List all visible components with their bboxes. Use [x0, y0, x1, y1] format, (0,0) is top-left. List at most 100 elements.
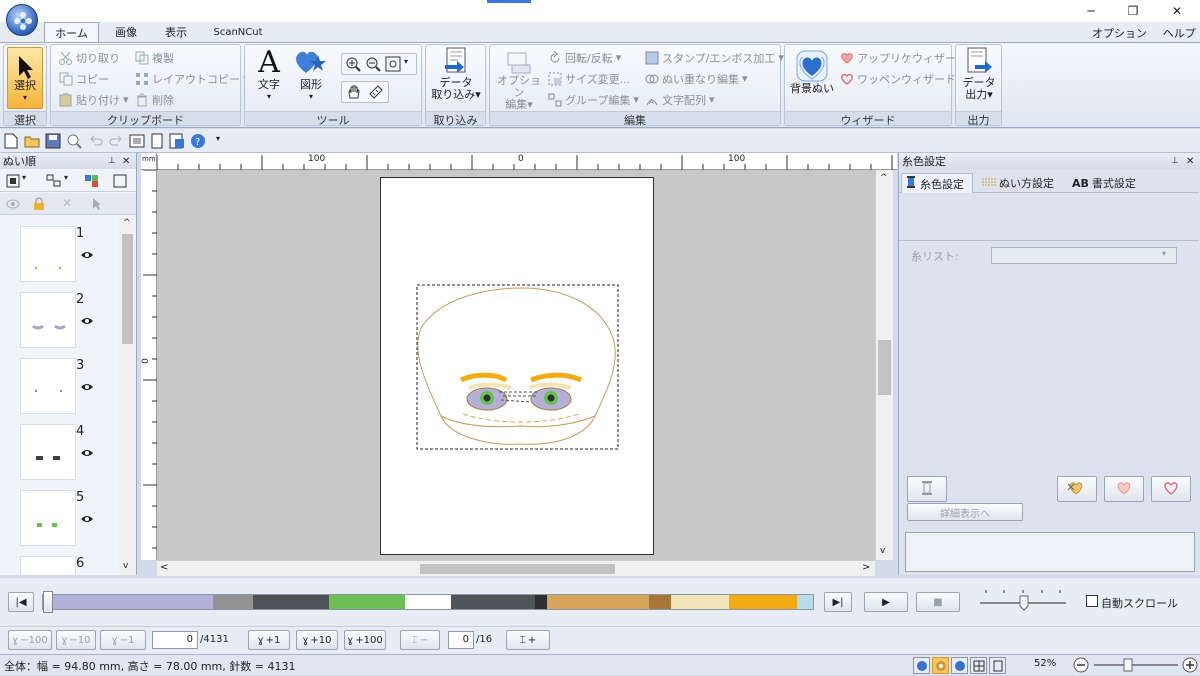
duplicate-button[interactable]: 複製: [135, 49, 174, 66]
play-button[interactable]: ▶: [864, 592, 908, 612]
eye-icon[interactable]: [80, 513, 94, 522]
select-frame-icon[interactable]: [6, 174, 22, 191]
color-plus-button[interactable]: ⌶ +: [506, 630, 550, 650]
details-button[interactable]: 詳細表示へ: [907, 503, 1023, 521]
cut-applique-button[interactable]: [1057, 476, 1097, 502]
embroidery-design[interactable]: [381, 178, 655, 556]
zoom-dropdown-icon[interactable]: ▾: [404, 57, 408, 66]
stitch-view-icon[interactable]: [913, 657, 930, 674]
zoom-in-button[interactable]: [1182, 657, 1198, 676]
stop-button[interactable]: ■: [916, 592, 960, 612]
customize-qat-icon[interactable]: ▾: [216, 134, 220, 143]
rotate-flip-button[interactable]: 回転/反転 ▾: [548, 49, 621, 66]
overlap-edit-button[interactable]: ぬい重なり編集 ▾: [645, 70, 748, 87]
tab-view[interactable]: 表示: [152, 22, 200, 42]
text-tool-button[interactable]: A 文字 ▾: [249, 47, 289, 109]
progress-slider-handle[interactable]: [43, 591, 53, 613]
group-dropdown-icon[interactable]: ▾: [64, 173, 68, 182]
pin-icon[interactable]: ⊥: [108, 156, 116, 166]
heart-outline-button[interactable]: [1151, 476, 1191, 502]
properties-icon[interactable]: [169, 133, 185, 152]
applique-wizard-button[interactable]: アップリケウィザード: [840, 49, 967, 66]
group-order-icon[interactable]: [46, 174, 62, 191]
panel-close-icon[interactable]: ✕: [1186, 156, 1194, 167]
eye-icon[interactable]: [80, 315, 94, 324]
data-output-button[interactable]: データ 出力▾: [958, 47, 1000, 109]
stitch-minus10-button[interactable]: ɣ −10: [56, 630, 96, 650]
vertical-scroll-thumb[interactable]: [878, 340, 891, 395]
open-folder-icon[interactable]: [24, 133, 40, 152]
list-item[interactable]: [20, 292, 76, 348]
remove-icon[interactable]: ✕: [62, 196, 72, 210]
skip-end-button[interactable]: ▶|: [824, 592, 852, 612]
list-item[interactable]: [20, 556, 76, 575]
tab-thread-color[interactable]: 糸色設定: [901, 173, 973, 193]
eye-icon[interactable]: [80, 249, 94, 258]
eye-icon[interactable]: [80, 381, 94, 390]
zoom-in-icon[interactable]: [345, 56, 361, 75]
eye-toggle-icon[interactable]: [6, 199, 20, 212]
color-number-input[interactable]: 0: [448, 631, 474, 649]
realistic-view-icon[interactable]: [129, 133, 145, 152]
horizontal-scroll-thumb[interactable]: [420, 564, 615, 574]
stitch-plus1-button[interactable]: ɣ +1: [248, 630, 290, 650]
select-button[interactable]: 選択 ▾: [7, 47, 43, 109]
list-item[interactable]: [20, 358, 76, 414]
preview-zoom-icon[interactable]: [66, 133, 82, 152]
zoom-out-icon[interactable]: [365, 56, 381, 75]
color-minus-button[interactable]: ⌶ −: [400, 630, 440, 650]
scroll-thumb[interactable]: [122, 234, 133, 344]
list-item[interactable]: [20, 490, 76, 546]
design-page[interactable]: [380, 177, 654, 555]
applique-heart-button[interactable]: [1104, 476, 1144, 502]
patch-wizard-button[interactable]: ワッペンウィザード: [840, 70, 956, 87]
skip-start-button[interactable]: |◀: [8, 592, 34, 612]
stitch-minus100-button[interactable]: ɣ −100: [8, 630, 52, 650]
undo-icon[interactable]: [88, 133, 104, 152]
save-icon[interactable]: [45, 133, 61, 152]
stitch-order-scrollbar[interactable]: ^ v: [119, 216, 136, 575]
image-view-icon[interactable]: [951, 657, 968, 674]
eye-icon[interactable]: [80, 447, 94, 456]
tab-image[interactable]: 画像: [104, 22, 148, 42]
tab-text-format[interactable]: AB 書式設定: [1069, 173, 1159, 193]
measure-tool-icon[interactable]: [368, 84, 384, 103]
auto-scroll-checkbox[interactable]: [1086, 595, 1098, 607]
stamp-emboss-button[interactable]: スタンプ/エンボス加工 ▾: [645, 49, 784, 66]
stitch-minus1-button[interactable]: ɣ −1: [100, 630, 146, 650]
hoop-view-icon[interactable]: [989, 657, 1006, 674]
pin-icon[interactable]: ⊥: [1171, 156, 1179, 166]
tab-home[interactable]: ホーム: [44, 22, 99, 42]
color-sequence-bar[interactable]: [42, 591, 814, 613]
data-import-button[interactable]: データ 取り込み▾: [429, 47, 483, 109]
zoom-out-button[interactable]: [1073, 657, 1089, 676]
delete-button[interactable]: 削除: [135, 91, 174, 108]
copy-button[interactable]: コピー: [59, 70, 109, 87]
close-button[interactable]: ✕: [1154, 0, 1200, 22]
resize-button[interactable]: サイズ変更...: [548, 70, 630, 87]
option-edit-button[interactable]: オプション 編集▾: [494, 51, 544, 111]
background-stitch-button[interactable]: 背景ぬい: [788, 49, 836, 109]
thread-list-select[interactable]: ▾: [991, 247, 1177, 264]
app-logo-icon[interactable]: [6, 4, 38, 36]
grid-view-icon[interactable]: [970, 657, 987, 674]
canvas-horizontal-scrollbar[interactable]: < >: [157, 560, 875, 576]
scroll-up-icon[interactable]: ^: [880, 173, 888, 183]
frame-view-icon[interactable]: [113, 174, 129, 191]
frame-dropdown-icon[interactable]: ▾: [22, 173, 26, 182]
zoom-fit-icon[interactable]: [385, 56, 401, 75]
stitch-plus10-button[interactable]: ɣ +10: [296, 630, 338, 650]
scroll-down-icon[interactable]: v: [880, 546, 885, 556]
zoom-slider[interactable]: [1092, 658, 1180, 672]
stitch-number-input[interactable]: 0: [152, 631, 198, 649]
cut-button[interactable]: 切り取り: [59, 49, 120, 66]
thread-chart-button[interactable]: [907, 476, 947, 502]
tab-sewing-attributes[interactable]: ぬい方設定: [979, 173, 1063, 193]
redo-icon[interactable]: [108, 133, 124, 152]
scroll-left-icon[interactable]: <: [160, 562, 168, 573]
text-arrange-button[interactable]: A 文字配列 ▾: [645, 91, 715, 108]
hand-pan-icon[interactable]: [346, 84, 362, 103]
scroll-down-icon[interactable]: v: [123, 561, 128, 571]
minimize-button[interactable]: ─: [1068, 0, 1114, 22]
tab-scanncut[interactable]: ScanNCut: [205, 22, 271, 42]
